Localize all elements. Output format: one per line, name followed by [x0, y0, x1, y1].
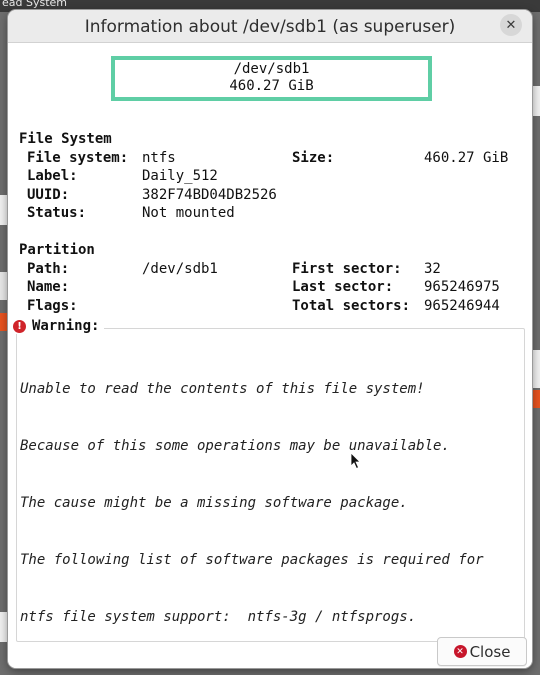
warning-line: Because of this some operations may be u…: [20, 438, 450, 454]
partition-info-dialog: Information about /dev/sdb1 (as superuse…: [8, 10, 532, 668]
background-panel-right: [532, 86, 540, 116]
close-icon: ✕: [453, 645, 467, 658]
warning-heading: Warning:: [32, 318, 100, 334]
uuid-label: UUID:: [27, 187, 70, 203]
partition-heading: Partition: [19, 242, 95, 258]
size-value: 460.27 GiB: [424, 150, 509, 166]
path-value: /dev/sdb1: [142, 261, 218, 277]
last-sector-value: 965246975: [424, 279, 500, 295]
dialog-title: Information about /dev/sdb1 (as superuse…: [84, 17, 456, 37]
file-system-heading: File System: [19, 131, 112, 147]
first-sector-label: First sector:: [292, 261, 402, 277]
warning-line: Unable to read the contents of this file…: [20, 381, 425, 397]
flags-label: Flags:: [27, 298, 78, 314]
warning-legend: ! Warning:: [11, 318, 105, 334]
device-summary-box: /dev/sdb1 460.27 GiB: [111, 56, 432, 101]
dialog-content: /dev/sdb1 460.27 GiB File System File sy…: [8, 43, 532, 668]
background-panel-right-2: [532, 350, 540, 388]
status-value: Not mounted: [142, 205, 235, 221]
file-system-value: ntfs: [142, 150, 176, 166]
device-size: 460.27 GiB: [229, 78, 314, 94]
warning-line: The following list of software packages …: [20, 552, 484, 568]
file-system-label: File system:: [27, 150, 129, 166]
close-button-label: Close: [469, 642, 511, 661]
last-sector-label: Last sector:: [292, 279, 394, 295]
status-label: Status:: [27, 205, 87, 221]
name-label: Name:: [27, 279, 70, 295]
warning-message: Unable to read the contents of this file…: [20, 342, 520, 665]
close-button[interactable]: ✕ Close: [437, 637, 527, 666]
total-sectors-label: Total sectors:: [292, 298, 411, 314]
warning-line: The cause might be a missing software pa…: [20, 495, 408, 511]
fs-label-label: Label:: [27, 168, 78, 184]
background-panel-left-3: [0, 612, 8, 642]
uuid-value: 382F74BD04DB2526: [142, 187, 277, 203]
size-label: Size:: [292, 150, 335, 166]
mouse-pointer-icon: [350, 452, 361, 470]
window-close-icon[interactable]: ✕: [500, 14, 522, 36]
path-label: Path:: [27, 261, 70, 277]
background-selected-row-right: [532, 390, 540, 408]
background-selected-row-left: [0, 313, 8, 331]
total-sectors-value: 965246944: [424, 298, 500, 314]
background-panel-left-2: [0, 272, 8, 300]
background-panel-left: [0, 195, 8, 225]
warning-line: ntfs file system support: ntfs-3g / ntfs…: [20, 609, 417, 625]
first-sector-value: 32: [424, 261, 441, 277]
device-path: /dev/sdb1: [233, 61, 310, 77]
dialog-titlebar[interactable]: Information about /dev/sdb1 (as superuse…: [8, 10, 532, 43]
fs-label-value: Daily_512: [142, 168, 218, 184]
warning-icon: !: [13, 319, 26, 333]
